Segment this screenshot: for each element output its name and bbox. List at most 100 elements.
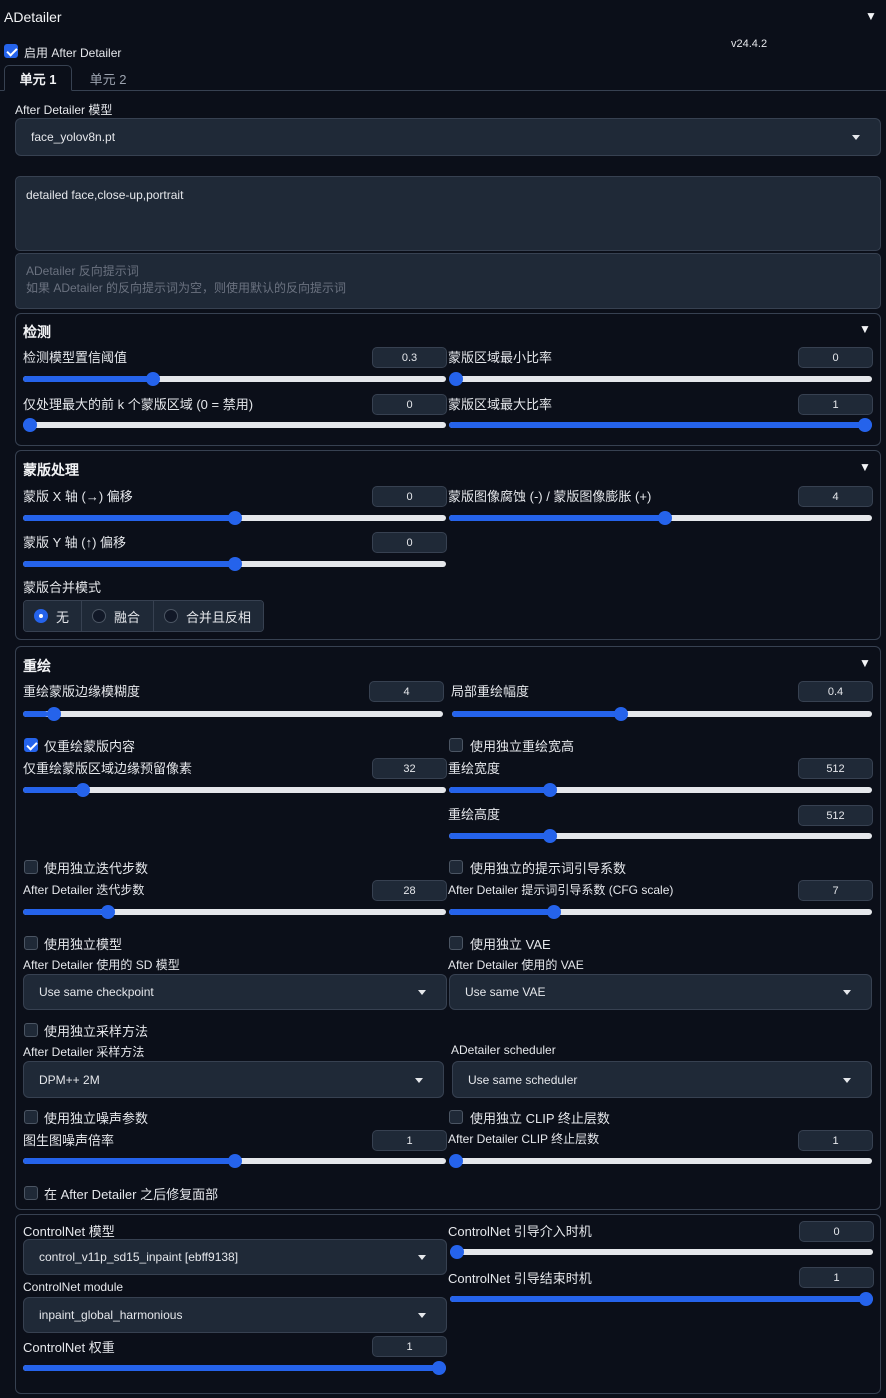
collapse-detection-icon[interactable]: ▼ [859, 322, 871, 336]
slider-thumb[interactable] [543, 829, 558, 843]
height-slider[interactable] [449, 829, 872, 843]
mask-max-input[interactable]: 1 [798, 394, 873, 415]
slider-fill [449, 787, 547, 793]
prompt-textarea[interactable]: detailed face,close-up,portrait [15, 176, 881, 251]
use-sep-vae-checkbox[interactable] [449, 936, 463, 950]
sampler-dropdown[interactable]: DPM++ 2M [23, 1061, 444, 1098]
confidence-input[interactable]: 0.3 [372, 347, 447, 368]
x-offset-slider[interactable] [23, 511, 446, 525]
width-label: 重绘宽度 [448, 761, 501, 776]
vae-dropdown[interactable]: Use same VAE [449, 974, 872, 1010]
erode-dilate-label: 蒙版图像腐蚀 (-) / 蒙版图像膨胀 (+) [448, 489, 652, 504]
restore-face-label: 在 After Detailer 之后修复面部 [44, 1187, 219, 1202]
cn-weight-slider[interactable] [23, 1361, 446, 1375]
slider-thumb[interactable] [100, 905, 115, 919]
erode-dilate-input[interactable]: 4 [798, 486, 873, 507]
collapse-inpaint-icon[interactable]: ▼ [859, 656, 871, 670]
mask-blur-input[interactable]: 4 [369, 681, 444, 702]
steps-slider[interactable] [23, 905, 446, 919]
use-sep-model-checkbox[interactable] [24, 936, 38, 950]
mask-blur-slider[interactable] [23, 707, 443, 721]
cn-end-input[interactable]: 1 [799, 1267, 874, 1288]
slider-thumb[interactable] [449, 1154, 463, 1168]
restore-face-checkbox[interactable] [24, 1186, 38, 1200]
slider-fill [23, 515, 235, 521]
slider-thumb[interactable] [227, 557, 242, 571]
y-offset-slider[interactable] [23, 557, 446, 571]
confidence-slider[interactable] [23, 372, 446, 386]
erode-dilate-slider[interactable] [449, 511, 872, 525]
use-sep-sampler-checkbox[interactable] [24, 1023, 38, 1037]
collapse-panel-icon[interactable]: ▼ [865, 9, 877, 23]
top-k-input[interactable]: 0 [372, 394, 447, 415]
cfg-slider[interactable] [449, 905, 872, 919]
merge-mode-option-none[interactable]: 无 [24, 601, 82, 631]
cn-module-label: ControlNet module [23, 1280, 124, 1294]
merge-mode-option-merge[interactable]: 融合 [82, 601, 154, 631]
padding-input[interactable]: 32 [372, 758, 447, 779]
slider-fill [23, 711, 49, 717]
x-offset-input[interactable]: 0 [372, 486, 447, 507]
slider-thumb[interactable] [543, 783, 558, 797]
mask-max-slider[interactable] [449, 418, 872, 432]
slider-thumb[interactable] [657, 511, 672, 525]
merge-mode-option-merge-invert[interactable]: 合并且反相 [154, 601, 263, 631]
confidence-label: 检测模型置信阈值 [23, 350, 128, 365]
cn-weight-input[interactable]: 1 [372, 1336, 447, 1357]
mask-min-label: 蒙版区域最小比率 [448, 350, 553, 365]
prompt-text: detailed face,close-up,portrait [26, 188, 184, 202]
negative-prompt-textarea[interactable]: ADetailer 反向提示词 如果 ADetailer 的反向提示词为空，则使… [15, 253, 881, 309]
cn-end-slider[interactable] [450, 1292, 873, 1306]
cn-start-slider[interactable] [450, 1245, 873, 1259]
enable-checkbox[interactable] [4, 44, 18, 58]
slider-thumb[interactable] [858, 418, 872, 432]
denoise-input[interactable]: 0.4 [798, 681, 873, 702]
y-offset-input[interactable]: 0 [372, 532, 447, 553]
clip-skip-input[interactable]: 1 [798, 1130, 873, 1151]
use-sep-steps-checkbox[interactable] [24, 860, 38, 874]
width-input[interactable]: 512 [798, 758, 873, 779]
tab-unit-2[interactable]: 单元 2 [78, 65, 138, 91]
use-sep-wh-checkbox[interactable] [449, 738, 463, 752]
slider-thumb[interactable] [450, 1245, 464, 1259]
top-k-slider[interactable] [23, 418, 446, 432]
slider-thumb[interactable] [23, 418, 37, 432]
noise-mult-input[interactable]: 1 [372, 1130, 447, 1151]
use-sep-clip-checkbox[interactable] [449, 1110, 463, 1124]
cn-model-dropdown[interactable]: control_v11p_sd15_inpaint [ebff9138] [23, 1239, 447, 1275]
slider-thumb[interactable] [449, 372, 463, 386]
slider-fill [449, 515, 665, 521]
slider-thumb[interactable] [227, 511, 242, 525]
denoise-slider[interactable] [452, 707, 872, 721]
collapse-mask-icon[interactable]: ▼ [859, 460, 871, 474]
cfg-label: After Detailer 提示词引导系数 (CFG scale) [448, 883, 674, 897]
use-sep-noise-checkbox[interactable] [24, 1110, 38, 1124]
merge-mode-option-label: 融合 [114, 609, 141, 625]
cfg-input[interactable]: 7 [798, 880, 873, 901]
slider-thumb[interactable] [859, 1292, 873, 1306]
steps-input[interactable]: 28 [372, 880, 447, 901]
scheduler-dropdown[interactable]: Use same scheduler [452, 1061, 872, 1098]
clip-skip-slider[interactable] [449, 1154, 872, 1168]
slider-fill [449, 422, 872, 428]
top-k-label: 仅处理最大的前 k 个蒙版区域 (0 = 禁用) [23, 397, 254, 412]
sd-model-dropdown[interactable]: Use same checkpoint [23, 974, 447, 1010]
use-sep-wh-label: 使用独立重绘宽高 [470, 739, 575, 754]
height-input[interactable]: 512 [798, 805, 873, 826]
mask-min-input[interactable]: 0 [798, 347, 873, 368]
padding-slider[interactable] [23, 783, 446, 797]
cn-start-input[interactable]: 0 [799, 1221, 874, 1242]
mask-min-slider[interactable] [449, 372, 872, 386]
model-dropdown[interactable]: face_yolov8n.pt [15, 118, 881, 156]
negative-prompt-placeholder-2: 如果 ADetailer 的反向提示词为空，则使用默认的反向提示词 [26, 281, 347, 295]
width-slider[interactable] [449, 783, 872, 797]
radio-unselected-icon [164, 609, 178, 623]
only-masked-checkbox[interactable] [24, 738, 38, 752]
slider-thumb[interactable] [432, 1361, 446, 1375]
use-sep-cfg-checkbox[interactable] [449, 860, 463, 874]
cn-module-dropdown[interactable]: inpaint_global_harmonious [23, 1297, 447, 1333]
slider-thumb[interactable] [145, 372, 160, 386]
noise-mult-slider[interactable] [23, 1154, 446, 1168]
slider-thumb[interactable] [227, 1154, 242, 1168]
tab-unit-1[interactable]: 单元 1 [4, 65, 72, 91]
